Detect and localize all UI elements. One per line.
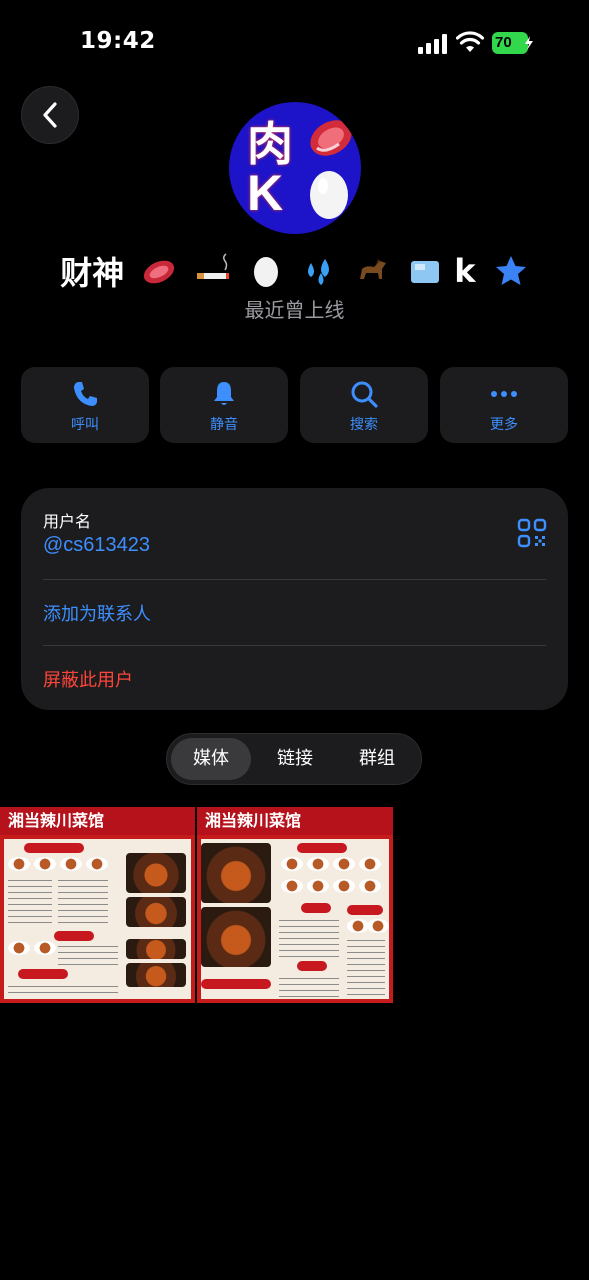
menu-item-list — [8, 877, 52, 925]
menu-section-banner — [54, 931, 94, 941]
search-button-label: 搜索 — [350, 417, 378, 433]
avatar[interactable]: 肉 K — [229, 102, 361, 234]
media-thumbnail[interactable]: 湘当辣川菜馆 — [197, 807, 393, 1003]
tab-groups[interactable]: 群组 — [337, 738, 417, 780]
menu-dish — [307, 879, 329, 893]
menu-section-banner — [301, 903, 331, 913]
menu-item-list — [58, 877, 108, 925]
avatar-char-k: K — [247, 165, 284, 221]
menu-title: 湘当辣川菜馆 — [0, 807, 195, 835]
menu-dish — [60, 857, 82, 871]
wifi-icon — [456, 31, 484, 52]
menu-section-banner — [347, 905, 383, 915]
menu-dish — [281, 857, 303, 871]
cellular-signal-icon — [418, 34, 447, 54]
menu-dish — [281, 879, 303, 893]
menu-item-list — [8, 983, 118, 997]
menu-dish — [359, 857, 381, 871]
menu-section-banner — [201, 979, 271, 989]
profile-name-suffix: k — [454, 252, 476, 290]
menu-item-list — [58, 943, 118, 967]
sweat-droplets-emoji-icon — [307, 259, 329, 285]
menu-dish — [34, 857, 56, 871]
block-user-button[interactable]: 屏蔽此用户 — [43, 666, 133, 692]
menu-photo — [201, 843, 271, 903]
menu-section-banner — [24, 843, 84, 853]
cigarette-emoji-icon — [196, 253, 229, 279]
media-tabs: 媒体 链接 群组 — [166, 733, 422, 785]
menu-photo — [126, 853, 186, 893]
horse-emoji-icon — [360, 259, 386, 279]
more-button-label: 更多 — [490, 417, 518, 433]
call-button[interactable]: 呼叫 — [21, 367, 149, 443]
mute-button[interactable]: 静音 — [160, 367, 288, 443]
menu-item-list — [279, 917, 339, 957]
egg-emoji-icon — [253, 257, 278, 287]
battery-level: 70 — [492, 32, 528, 54]
menu-title: 湘当辣川菜馆 — [197, 807, 393, 835]
search-icon — [351, 381, 378, 408]
phone-icon — [74, 382, 97, 406]
username-value[interactable]: @cs613423 — [43, 534, 150, 557]
menu-section-banner — [18, 969, 68, 979]
menu-photo — [201, 907, 271, 967]
meat-icon — [310, 120, 352, 156]
profile-name: 财神 k — [0, 248, 589, 294]
menu-photo — [126, 963, 186, 987]
more-icon — [491, 391, 517, 397]
more-button[interactable]: 更多 — [440, 367, 568, 443]
profile-name-text: 财神 — [60, 254, 125, 292]
menu-dish — [367, 919, 389, 933]
menu-dish — [86, 857, 108, 871]
status-bar: 19:42 70 — [0, 0, 589, 88]
action-buttons: 呼叫 静音 搜索 更多 — [21, 367, 568, 443]
menu-dish — [34, 941, 56, 955]
menu-dish — [333, 879, 355, 893]
divider — [43, 579, 546, 580]
charging-bolt-icon — [525, 36, 533, 50]
menu-photo — [126, 897, 186, 927]
chevron-left-icon — [43, 102, 57, 128]
menu-section-banner — [297, 843, 347, 853]
menu-dish — [333, 857, 355, 871]
tab-media[interactable]: 媒体 — [171, 738, 251, 780]
egg-icon — [310, 171, 348, 219]
menu-dish — [8, 857, 30, 871]
meat-emoji-icon — [144, 260, 175, 284]
qr-code-icon[interactable] — [517, 518, 547, 548]
tab-links[interactable]: 链接 — [255, 738, 335, 780]
menu-photo — [126, 939, 186, 959]
bell-icon — [214, 382, 234, 405]
star-emoji-icon — [495, 256, 526, 285]
info-card: 用户名 @cs613423 添加为联系人 屏蔽此用户 — [21, 488, 568, 710]
profile-last-seen: 最近曾上线 — [244, 298, 345, 322]
ice-emoji-icon — [411, 261, 440, 283]
call-button-label: 呼叫 — [71, 417, 99, 433]
menu-dish — [307, 857, 329, 871]
media-grid: 湘当辣川菜馆 湘当辣川菜馆 — [0, 807, 589, 1003]
back-button[interactable] — [21, 86, 79, 144]
divider — [43, 645, 546, 646]
menu-dish — [359, 879, 381, 893]
menu-item-list — [279, 975, 339, 997]
menu-body — [201, 839, 389, 999]
menu-dish — [8, 941, 30, 955]
battery-icon: 70 — [492, 32, 534, 54]
add-contact-button[interactable]: 添加为联系人 — [43, 600, 151, 626]
media-thumbnail[interactable]: 湘当辣川菜馆 — [0, 807, 195, 1003]
status-time: 19:42 — [80, 28, 156, 54]
mute-button-label: 静音 — [210, 417, 238, 433]
menu-body — [4, 839, 191, 999]
username-label: 用户名 — [43, 512, 92, 531]
menu-section-banner — [297, 961, 327, 971]
menu-dish — [347, 919, 369, 933]
menu-item-list — [347, 937, 385, 995]
search-button[interactable]: 搜索 — [300, 367, 428, 443]
